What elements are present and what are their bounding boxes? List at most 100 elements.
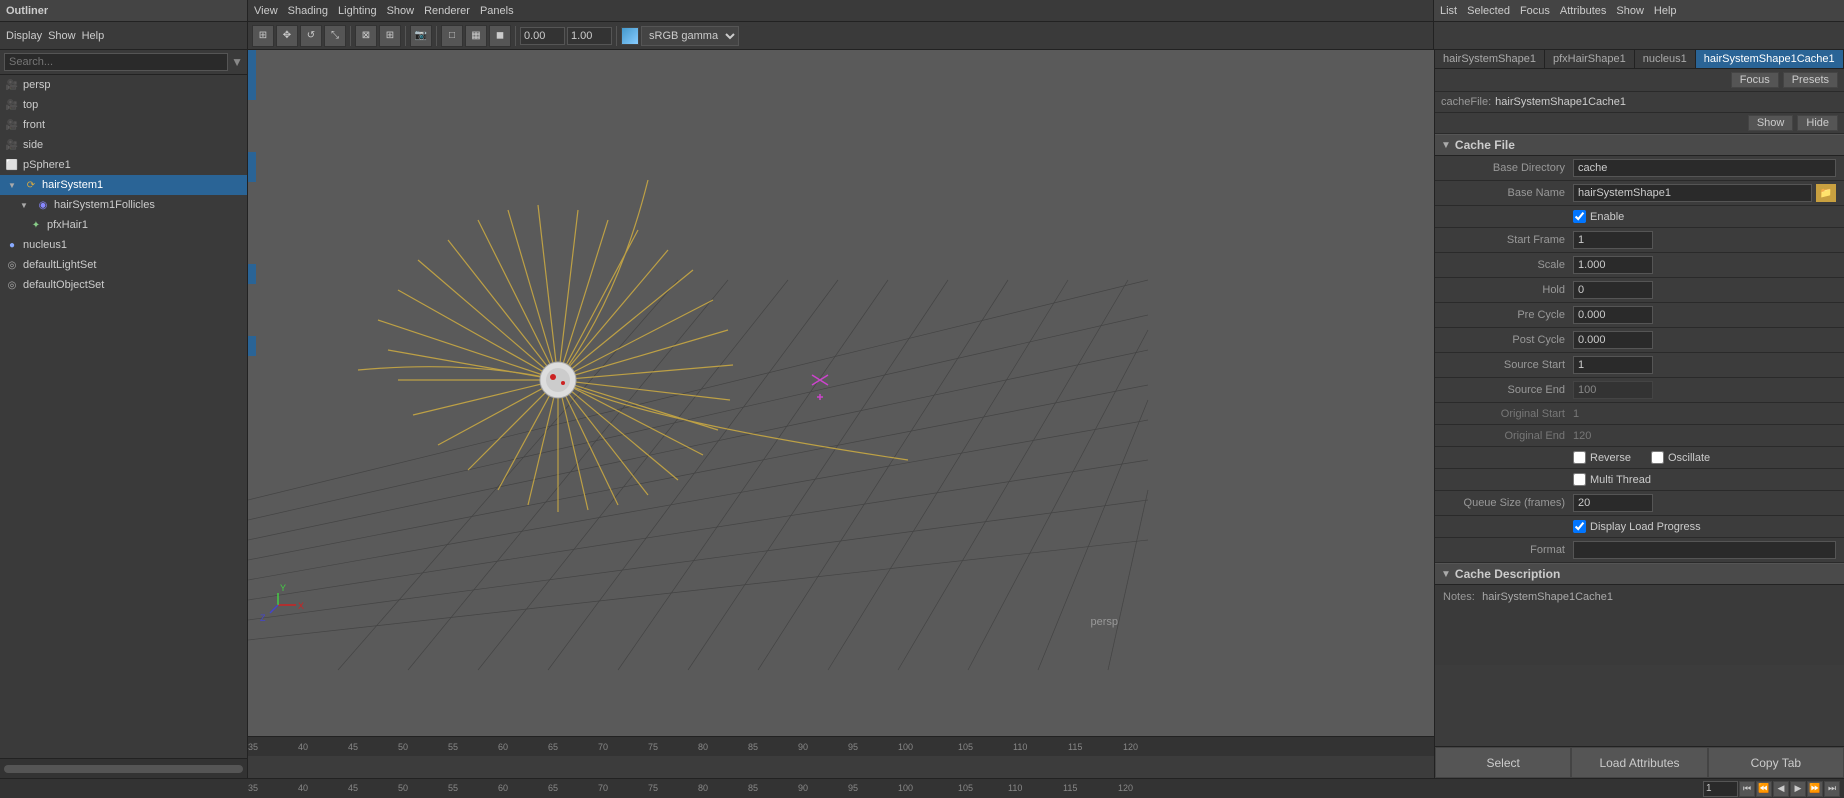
playback-prev-frame[interactable]: ◀ — [1773, 781, 1789, 797]
srgb-select[interactable]: sRGB gamma — [641, 26, 739, 46]
toolbar-btn-poly2[interactable]: ▦ — [465, 25, 487, 47]
outliner-item-lightset[interactable]: ◎ defaultLightSet — [0, 255, 247, 275]
folder-browse-button[interactable]: 📁 — [1816, 184, 1836, 202]
multi-thread-checkbox[interactable] — [1573, 473, 1586, 486]
attr-menu-selected[interactable]: Selected — [1467, 5, 1510, 17]
source-start-input[interactable] — [1573, 356, 1653, 374]
outliner-item-persp[interactable]: 🎥 persp — [0, 75, 247, 95]
toolbar-btn-move[interactable]: ✥ — [276, 25, 298, 47]
search-input[interactable] — [4, 53, 228, 71]
start-frame-input[interactable] — [1573, 231, 1653, 249]
attr-menu-focus[interactable]: Focus — [1520, 5, 1550, 17]
playback-prev-key[interactable]: ⏪ — [1756, 781, 1772, 797]
playback-play-fwd[interactable]: ▶ — [1790, 781, 1806, 797]
expand-icon: ▼ — [16, 198, 32, 212]
hold-input[interactable] — [1573, 281, 1653, 299]
base-directory-input[interactable] — [1573, 159, 1836, 177]
outliner-scrollbar[interactable] — [4, 765, 243, 773]
enable-checkbox[interactable] — [1573, 210, 1586, 223]
viewport-menu-panels[interactable]: Panels — [480, 5, 514, 17]
base-name-label: Base Name — [1443, 187, 1573, 199]
hair-icon: ⟳ — [23, 178, 39, 192]
toolbar-input-val1[interactable] — [520, 27, 565, 45]
toolbar-btn-scale[interactable]: ⤡ — [324, 25, 346, 47]
toolbar-btn-cam[interactable]: 📷 — [410, 25, 432, 47]
enable-checkbox-label: Enable — [1590, 211, 1624, 223]
toolbar-btn-poly3[interactable]: ◼ — [489, 25, 511, 47]
outliner-item-hairsystem1[interactable]: ▼ ⟳ hairSystem1 — [0, 175, 247, 195]
toolbar-btn-snap[interactable]: ⊠ — [355, 25, 377, 47]
attr-tab-nucleus1[interactable]: nucleus1 — [1635, 50, 1696, 68]
display-load-progress-checkbox[interactable] — [1573, 520, 1586, 533]
outliner-item-objectset[interactable]: ◎ defaultObjectSet — [0, 275, 247, 295]
load-attributes-button[interactable]: Load Attributes — [1571, 747, 1707, 778]
copy-tab-button[interactable]: Copy Tab — [1708, 747, 1844, 778]
outliner-item-nucleus1[interactable]: ● nucleus1 — [0, 235, 247, 255]
cache-file-section-header[interactable]: ▼ Cache File — [1435, 134, 1844, 156]
toolbar-btn-select[interactable]: ⊞ — [252, 25, 274, 47]
original-start-label: Original Start — [1443, 408, 1573, 420]
attr-tab-pfxhairshape1[interactable]: pfxHairShape1 — [1545, 50, 1635, 68]
viewport-menu-renderer[interactable]: Renderer — [424, 5, 470, 17]
toolbar-btn-poly1[interactable]: □ — [441, 25, 463, 47]
source-end-input[interactable] — [1573, 381, 1653, 399]
attr-menu-show[interactable]: Show — [1616, 5, 1644, 17]
oscillate-checkbox[interactable] — [1651, 451, 1664, 464]
outliner-item-label: hairSystem1Follicles — [54, 199, 155, 211]
format-label: Format — [1443, 544, 1573, 556]
viewport-menu-show[interactable]: Show — [387, 5, 415, 17]
search-expand-icon[interactable]: ▼ — [231, 55, 243, 69]
left-strip-btn-1[interactable] — [248, 50, 256, 100]
base-name-input[interactable] — [1573, 184, 1812, 202]
attr-menu-help[interactable]: Help — [1654, 5, 1677, 17]
focus-button[interactable]: Focus — [1731, 72, 1779, 88]
outliner-item-psphere1[interactable]: ⬜ pSphere1 — [0, 155, 247, 175]
outliner-menu-display[interactable]: Display — [6, 30, 42, 42]
viewport-menu-lighting[interactable]: Lighting — [338, 5, 377, 17]
playback-last-frame[interactable]: ⏭ — [1824, 781, 1840, 797]
outliner-item-front[interactable]: 🎥 front — [0, 115, 247, 135]
reverse-checkbox[interactable] — [1573, 451, 1586, 464]
pre-cycle-input[interactable] — [1573, 306, 1653, 324]
outliner-menu-help[interactable]: Help — [82, 30, 105, 42]
srgb-gamma-container[interactable]: sRGB gamma — [621, 26, 739, 46]
cache-description-section-header[interactable]: ▼ Cache Description — [1435, 563, 1844, 585]
select-button[interactable]: Select — [1435, 747, 1571, 778]
original-start-row: Original Start 1 — [1435, 403, 1844, 425]
frame-input[interactable] — [1703, 781, 1738, 797]
playback-next-frame[interactable]: ⏩ — [1807, 781, 1823, 797]
outliner-item-top[interactable]: 🎥 top — [0, 95, 247, 115]
hide-button[interactable]: Hide — [1797, 115, 1838, 131]
toolbar-btn-grid[interactable]: ⊞ — [379, 25, 401, 47]
outliner-item-label: nucleus1 — [23, 239, 67, 251]
toolbar-input-val2[interactable] — [567, 27, 612, 45]
left-strip-btn-2[interactable] — [248, 152, 256, 182]
outliner-item-follicles[interactable]: ▼ ◉ hairSystem1Follicles — [0, 195, 247, 215]
playback-first-frame[interactable]: ⏮ — [1739, 781, 1755, 797]
outliner-menu-show[interactable]: Show — [48, 30, 76, 42]
attr-menu-attributes[interactable]: Attributes — [1560, 5, 1606, 17]
left-strip-btn-4[interactable] — [248, 336, 256, 356]
attr-tab-hairsystemshape1[interactable]: hairSystemShape1 — [1435, 50, 1545, 68]
notes-value: hairSystemShape1Cache1 — [1482, 591, 1613, 603]
post-cycle-input[interactable] — [1573, 331, 1653, 349]
scale-input[interactable] — [1573, 256, 1653, 274]
viewport-menubar: View Shading Lighting Show Renderer Pane… — [248, 0, 1434, 22]
toolbar-btn-rotate[interactable]: ↺ — [300, 25, 322, 47]
queue-size-input[interactable] — [1573, 494, 1653, 512]
presets-button[interactable]: Presets — [1783, 72, 1838, 88]
outliner-item-pfxhair1[interactable]: ✦ pfxHair1 — [0, 215, 247, 235]
viewport-menu-view[interactable]: View — [254, 5, 278, 17]
oscillate-label: Oscillate — [1668, 452, 1710, 464]
srgb-color-swatch — [621, 27, 639, 45]
outliner-item-side[interactable]: 🎥 side — [0, 135, 247, 155]
show-button[interactable]: Show — [1748, 115, 1794, 131]
viewport-menu-shading[interactable]: Shading — [288, 5, 328, 17]
left-strip-btn-3[interactable] — [248, 264, 256, 284]
attr-menu-list[interactable]: List — [1440, 5, 1457, 17]
format-input[interactable] — [1573, 541, 1836, 559]
post-cycle-row: Post Cycle — [1435, 328, 1844, 353]
attr-tab-hairsystemshape1cache1[interactable]: hairSystemShape1Cache1 — [1696, 50, 1844, 68]
svg-text:Y: Y — [280, 583, 286, 593]
section-collapse-icon: ▼ — [1441, 140, 1451, 151]
